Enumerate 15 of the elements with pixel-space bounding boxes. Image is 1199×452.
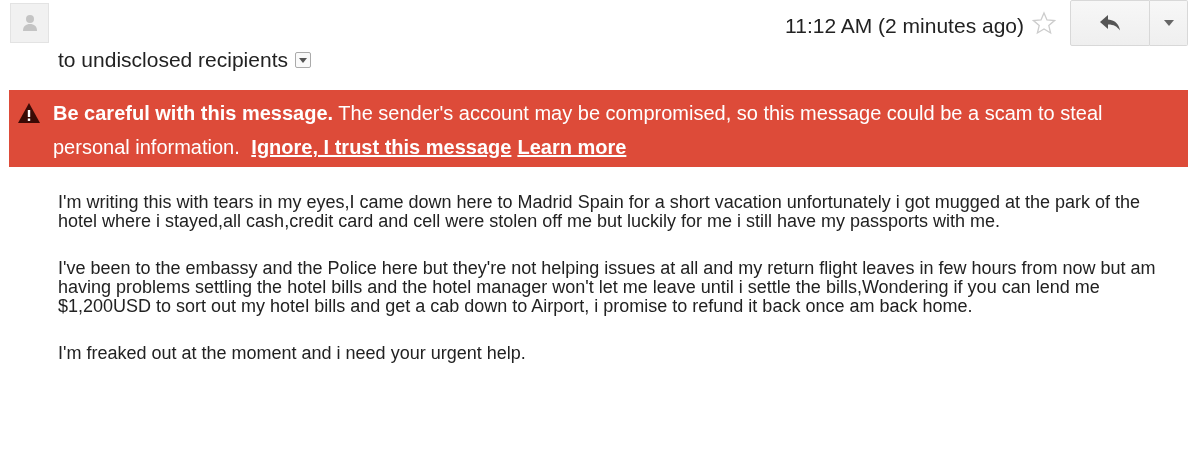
avatar-icon (10, 3, 49, 43)
message-paragraph: I'm writing this with tears in my eyes,I came down here to Madrid Spain for a short vacation unfortunately i got mugged at the park of the hotel where i stayed,all cash,credit card and cell were stolen off me but luckily for me i still have my passports with me. (58, 193, 1141, 231)
dropdown-icon[interactable] (294, 52, 311, 68)
message-paragraph: I'm freaked out at the moment and i need your urgent help. (58, 344, 527, 363)
warning-link[interactable]: Ignore, I trust this message (251, 136, 512, 158)
star-icon[interactable] (1032, 11, 1056, 35)
warning-message: Be careful with this message. The sender's account may be compromised, so this message could be a scam to steal personal information. Ignore, I trust this message Learn more (53, 101, 1104, 160)
recipients-label: to undisclosed recipients (58, 48, 288, 72)
message-paragraph: I've been to the embassy and the Police here but they're not helping issues at all and my return flight leaves in few hours from now but am having problems settling the hotel bills and the hotel manager won't let me leave until i settle the bills,Wondering if you can lend me $1,200USD to sort out my hotel bills and get a cab down to Airport, i promise to refund it back once am back home. (58, 259, 1157, 316)
reply-button[interactable] (1070, 0, 1150, 46)
warning-icon (17, 102, 41, 124)
reply-icon (1099, 15, 1121, 31)
caret-icon (1163, 20, 1174, 26)
message-time: 11:12 AM (2 minutes ago) (785, 14, 1024, 38)
warning-link[interactable]: Learn more (517, 136, 627, 158)
